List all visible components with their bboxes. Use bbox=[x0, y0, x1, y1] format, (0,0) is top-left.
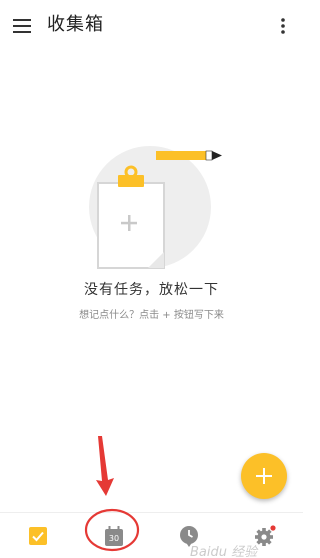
app-bar: 收集箱 bbox=[0, 0, 303, 50]
nav-item-calendar[interactable]: 30 bbox=[76, 513, 152, 558]
notification-badge bbox=[270, 524, 276, 531]
annotation-arrow bbox=[96, 436, 114, 496]
hamburger-menu-icon bbox=[13, 19, 31, 33]
calendar-icon: 30 bbox=[105, 525, 123, 546]
page-title: 收集箱 bbox=[47, 14, 104, 35]
checkbox-tasks-icon bbox=[29, 526, 47, 545]
menu-button[interactable] bbox=[8, 12, 36, 40]
more-vertical-icon bbox=[281, 18, 285, 34]
clipboard-pencil-illustration bbox=[89, 146, 222, 269]
more-options-button[interactable] bbox=[271, 12, 295, 40]
add-task-button[interactable] bbox=[241, 453, 287, 499]
calendar-day-label: 30 bbox=[108, 533, 120, 543]
nav-item-tasks[interactable] bbox=[0, 513, 76, 558]
plus-icon bbox=[256, 468, 272, 484]
watermark: Baidu 经验 bbox=[190, 545, 258, 557]
empty-state-hint: 想记点什么？点击 + 按钮写下来 bbox=[79, 310, 224, 321]
empty-state-title: 没有任务，放松一下 bbox=[84, 282, 219, 298]
